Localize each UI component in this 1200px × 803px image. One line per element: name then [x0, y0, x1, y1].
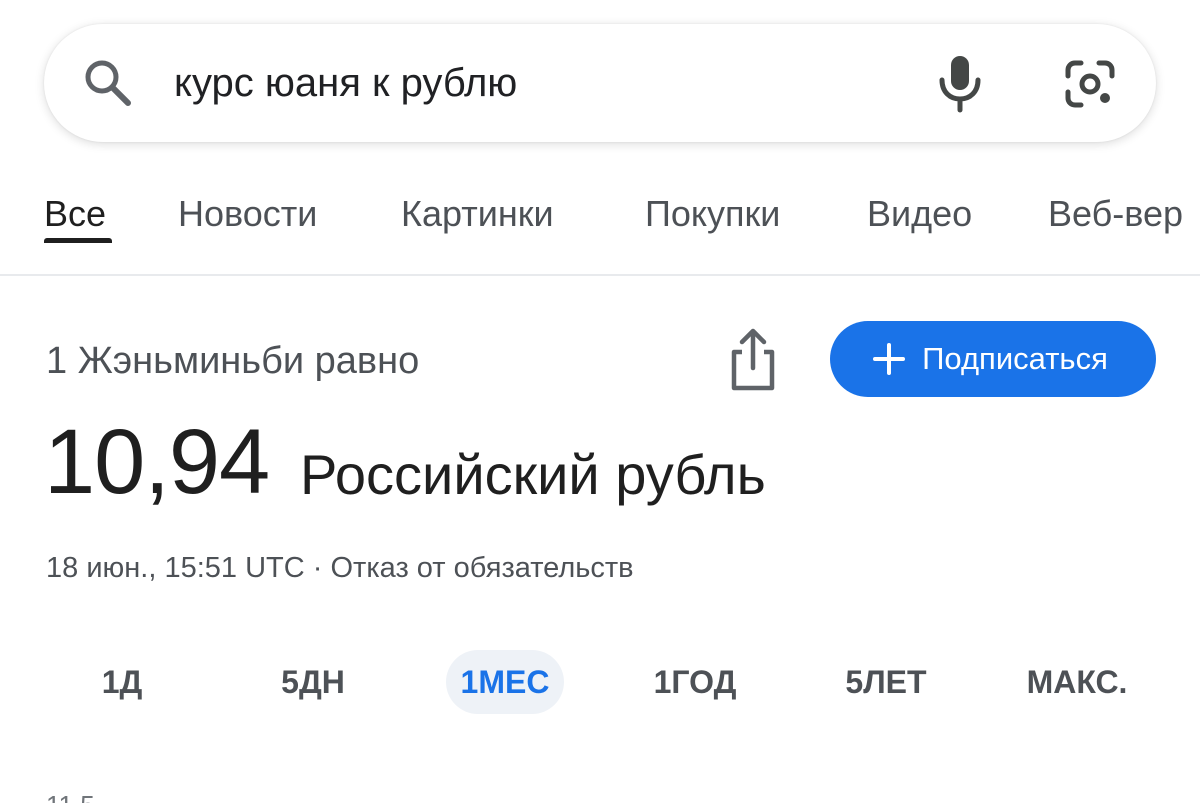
range-5y[interactable]: 5ЛЕТ [824, 650, 948, 714]
share-icon[interactable] [724, 326, 782, 392]
tab-web[interactable]: Веб-вер [1048, 184, 1183, 244]
range-1y[interactable]: 1ГОД [632, 650, 758, 714]
search-results-page: курс юаня к рублю Все Новости Картинки П… [0, 0, 1200, 803]
search-input[interactable]: курс юаня к рублю [174, 54, 517, 112]
range-1m[interactable]: 1МЕС [446, 650, 564, 714]
range-5d[interactable]: 5ДН [253, 650, 373, 714]
rate-meta: 18 июн., 15:51 UTC · Отказ от обязательс… [46, 546, 634, 590]
range-max[interactable]: МАКС. [1010, 650, 1144, 714]
mic-icon[interactable] [934, 52, 986, 114]
range-1d[interactable]: 1Д [62, 650, 182, 714]
tab-all[interactable]: Все [44, 184, 106, 244]
chart-y-axis-tick: 11,5 [46, 790, 95, 803]
tab-videos[interactable]: Видео [867, 184, 972, 244]
search-icon[interactable] [82, 57, 134, 109]
tabs-divider [0, 274, 1200, 276]
tab-news[interactable]: Новости [178, 184, 317, 244]
tab-shopping[interactable]: Покупки [645, 184, 780, 244]
meta-separator: · [312, 552, 323, 584]
lens-icon[interactable] [1062, 56, 1118, 112]
search-bar[interactable]: курс юаня к рублю [44, 24, 1156, 142]
plus-icon [873, 343, 906, 375]
conversion-label: 1 Жэньминьби равно [46, 340, 420, 382]
active-tab-indicator [44, 238, 112, 243]
subscribe-button[interactable]: Подписаться [830, 321, 1156, 397]
tab-images[interactable]: Картинки [401, 184, 554, 244]
disclaimer-link[interactable]: Отказ от обязательств [330, 552, 633, 584]
subscribe-label: Подписаться [922, 341, 1108, 376]
target-currency: Российский рубль [300, 443, 766, 506]
search-tabs: Все Новости Картинки Покупки Видео Веб-в… [0, 170, 1200, 274]
converted-amount: 10,94 [44, 411, 270, 513]
rate-timestamp: 18 июн., 15:51 UTC [46, 552, 305, 584]
